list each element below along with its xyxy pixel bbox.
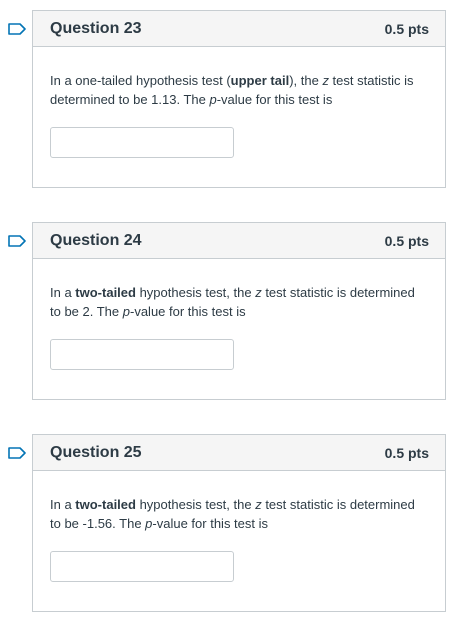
question-body: In a two-tailed hypothesis test, the z t… (33, 471, 445, 582)
math-variable: p (209, 92, 217, 107)
question-title: Question 23 (50, 19, 142, 37)
answer-input[interactable] (50, 339, 234, 370)
question-points: 0.5 pts (384, 232, 429, 249)
flag-bookmark-icon[interactable] (8, 235, 26, 247)
question-card: Question 24 0.5 pts In a two-tailed hypo… (32, 222, 446, 400)
question-title: Question 24 (50, 231, 142, 249)
emphasis-text: two-tailed (75, 285, 136, 300)
question-body: In a one-tailed hypothesis test (upper t… (33, 47, 445, 158)
text-segment: In a (50, 285, 76, 300)
flag-bookmark-icon[interactable] (8, 447, 26, 459)
answer-input[interactable] (50, 127, 234, 158)
emphasis-text: upper tail (230, 73, 290, 88)
question-card: Question 23 0.5 pts In a one-tailed hypo… (32, 10, 446, 188)
text-segment: hypothesis test, the (135, 497, 256, 512)
question-title: Question 25 (50, 443, 142, 461)
math-variable: p (122, 304, 130, 319)
question-body: In a two-tailed hypothesis test, the z t… (33, 259, 445, 370)
question-text: In a two-tailed hypothesis test, the z t… (50, 495, 428, 533)
text-segment: In a one-tailed hypothesis test ( (50, 73, 231, 88)
question-header: Question 25 0.5 pts (33, 435, 445, 471)
text-segment: ), the (289, 73, 323, 88)
answer-input[interactable] (50, 551, 234, 582)
text-segment: hypothesis test, the (135, 285, 256, 300)
question-points: 0.5 pts (384, 444, 429, 461)
flag-bookmark-icon[interactable] (8, 23, 26, 35)
question-text: In a one-tailed hypothesis test (upper t… (50, 71, 428, 109)
question-header: Question 23 0.5 pts (33, 11, 445, 47)
text-segment: -value for this test is (130, 304, 246, 319)
text-segment: -value for this test is (152, 516, 269, 531)
question-points: 0.5 pts (384, 20, 429, 37)
question-header: Question 24 0.5 pts (33, 223, 445, 259)
emphasis-text: two-tailed (75, 497, 136, 512)
text-segment: In a (50, 497, 76, 512)
text-segment: -value for this test is (216, 92, 333, 107)
question-card: Question 25 0.5 pts In a two-tailed hypo… (32, 434, 446, 612)
question-text: In a two-tailed hypothesis test, the z t… (50, 283, 428, 321)
